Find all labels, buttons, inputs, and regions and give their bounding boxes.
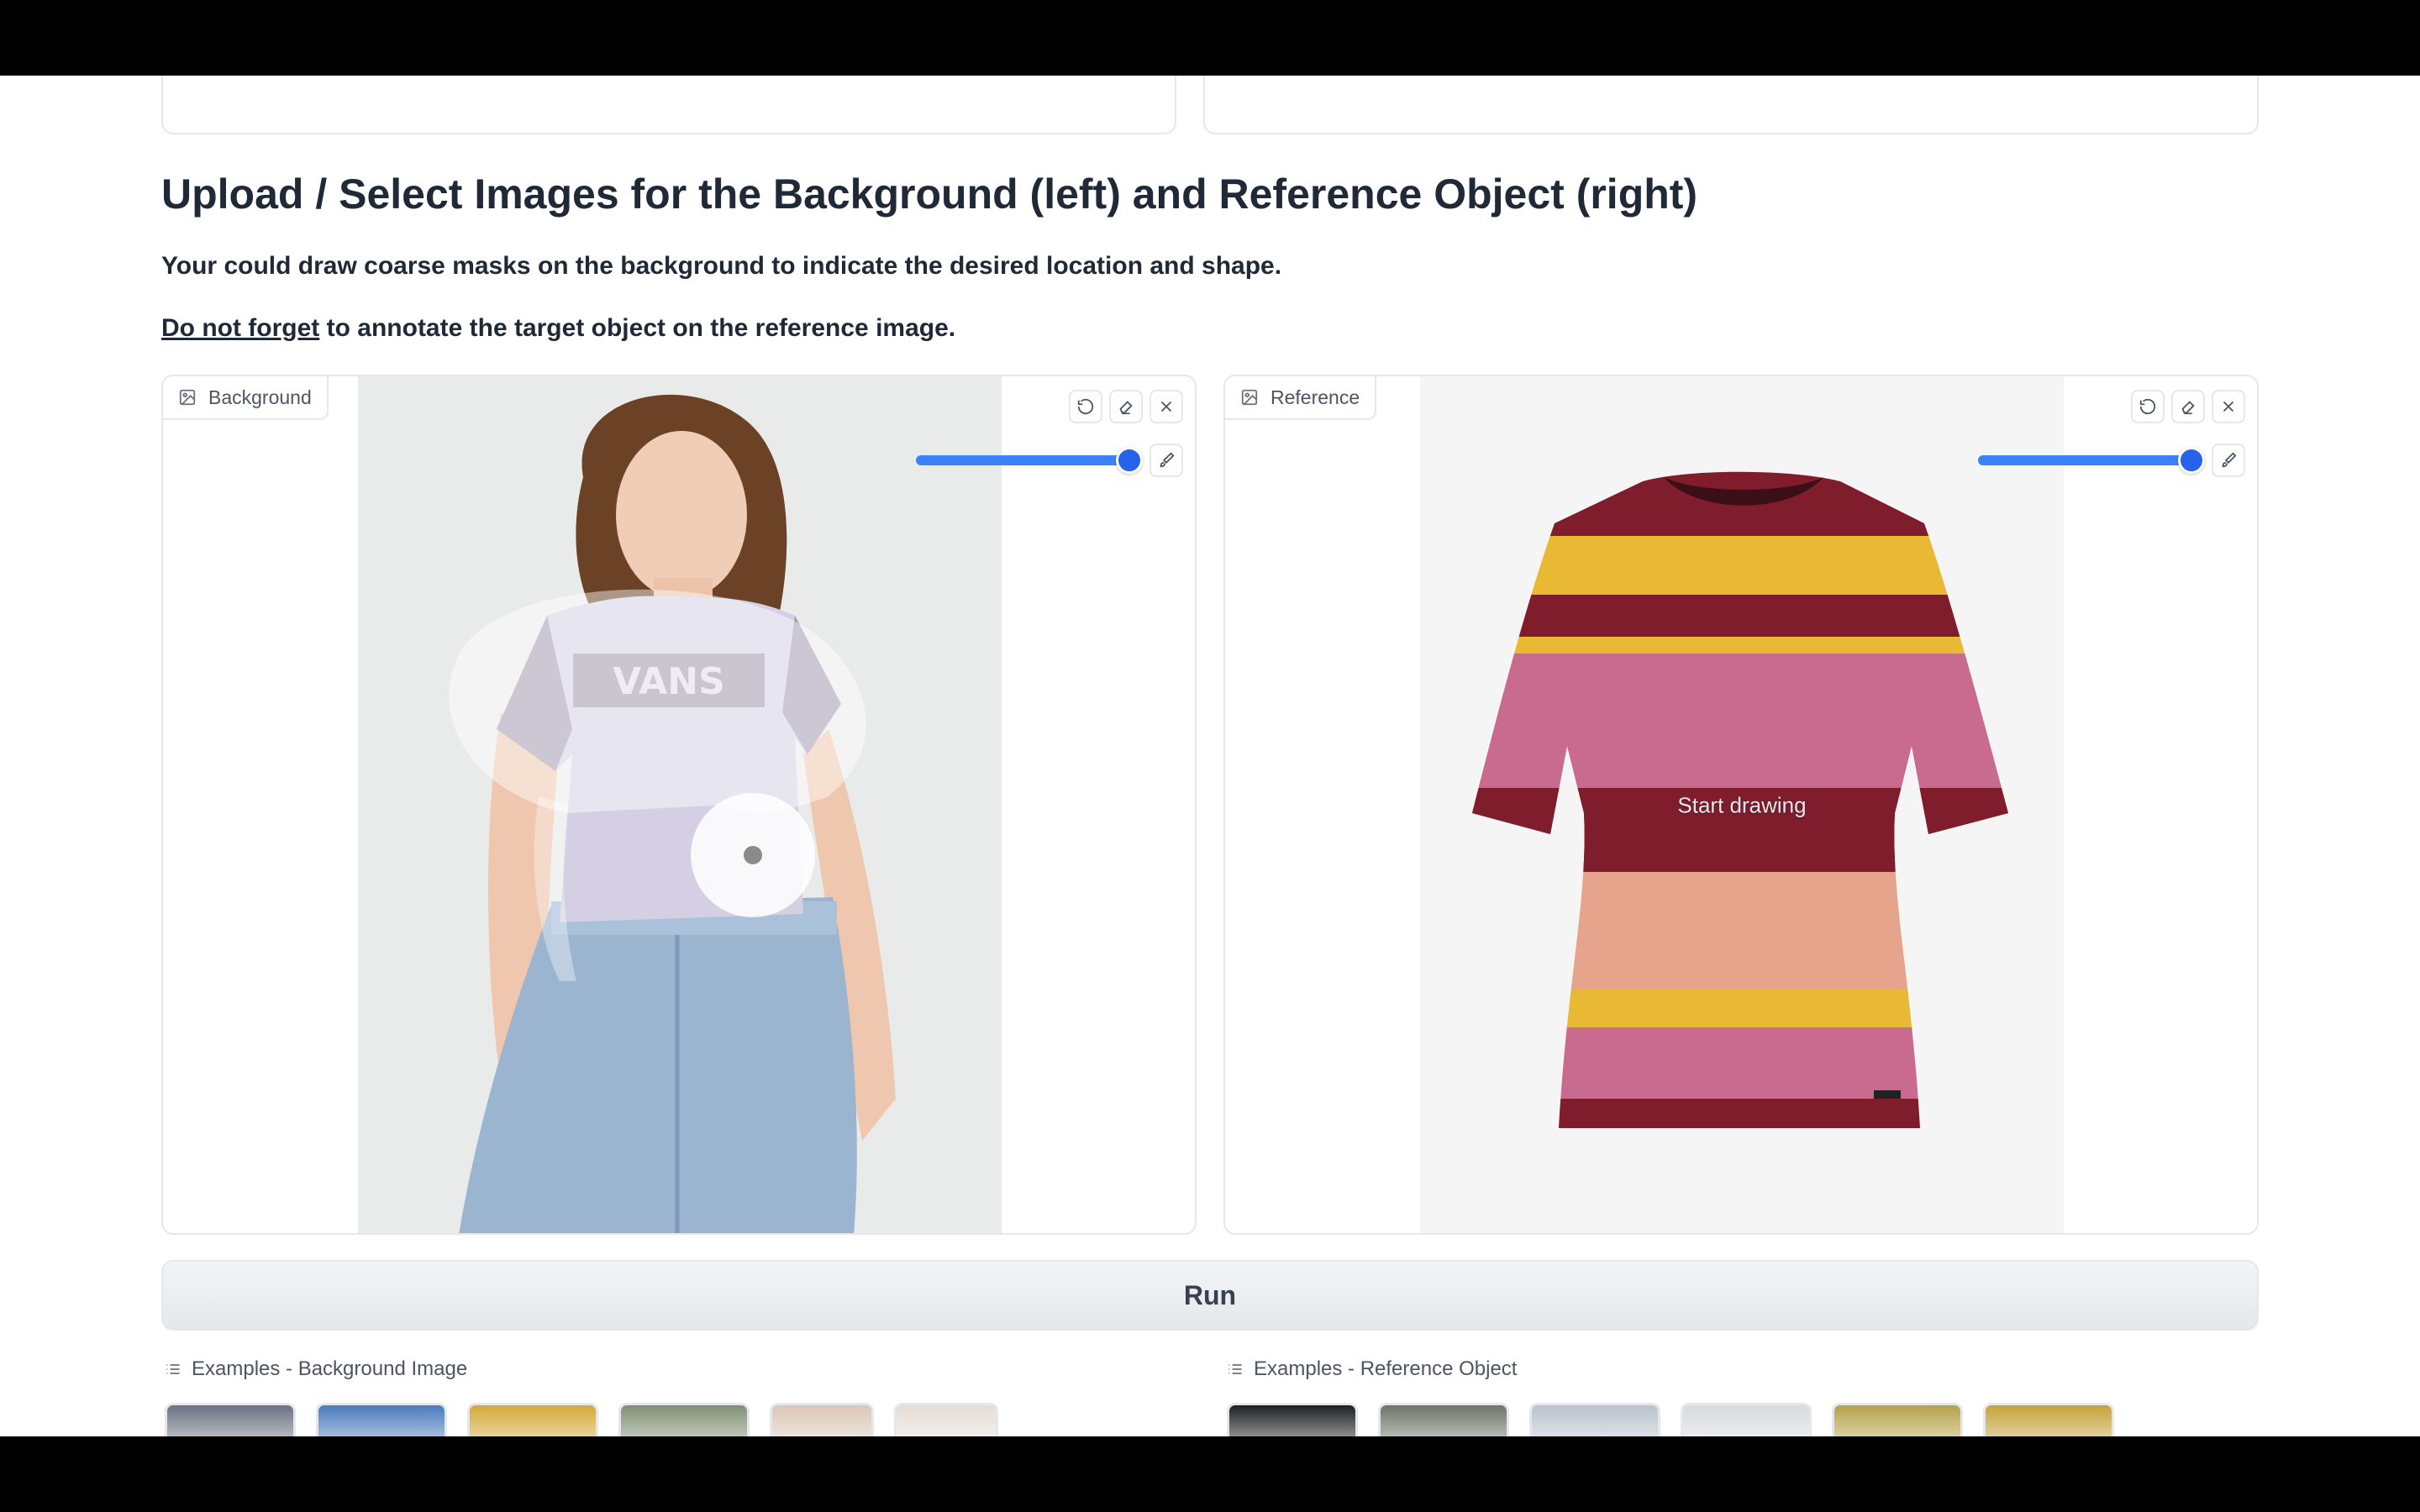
- close-icon: [2223, 401, 2234, 412]
- top-panel-right: [1203, 76, 2259, 134]
- undo-icon: [2139, 398, 2156, 415]
- eraser-button[interactable]: [2171, 390, 2205, 423]
- top-panel-left: [161, 76, 1176, 134]
- section-heading: Upload / Select Images for the Backgroun…: [161, 171, 1698, 218]
- example-thumbnail[interactable]: [1832, 1403, 1963, 1436]
- reminder-rest: to annotate the target object on the ref…: [319, 314, 956, 342]
- background-label: Background: [163, 376, 329, 420]
- do-not-forget-link[interactable]: Do not forget: [161, 314, 319, 342]
- example-thumbnail[interactable]: [1227, 1403, 1358, 1436]
- example-thumbnail[interactable]: [618, 1403, 750, 1436]
- brush-icon: [2222, 452, 2237, 468]
- background-image-editor[interactable]: Background VANS: [161, 375, 1197, 1235]
- eraser-icon: [1119, 401, 1133, 415]
- reference-toolbar: [2131, 390, 2245, 423]
- undo-icon: [1077, 398, 1094, 415]
- reminder-text: Do not forget to annotate the target obj…: [161, 314, 955, 343]
- example-thumbnail[interactable]: [1681, 1403, 1812, 1436]
- brush-size-slider[interactable]: [1978, 447, 2205, 474]
- list-icon: [1228, 1364, 1242, 1374]
- example-thumbnail[interactable]: [1529, 1403, 1660, 1436]
- undo-button[interactable]: [1069, 390, 1102, 423]
- brush-size-slider[interactable]: [916, 447, 1143, 474]
- background-brush-controls: [916, 444, 1183, 477]
- brush-size-thumb[interactable]: [2178, 447, 2205, 474]
- example-thumbnail[interactable]: [467, 1403, 598, 1436]
- background-label-text: Background: [208, 386, 312, 408]
- example-thumbnail[interactable]: [770, 1403, 874, 1436]
- clear-button[interactable]: [1150, 390, 1183, 423]
- examples-reference-label: Examples - Reference Object: [1254, 1357, 1518, 1380]
- example-thumbnail[interactable]: [894, 1403, 998, 1436]
- clear-button[interactable]: [2212, 390, 2245, 423]
- start-drawing-hint: Start drawing: [1677, 792, 1807, 818]
- eraser-button[interactable]: [1109, 390, 1143, 423]
- run-button[interactable]: Run: [161, 1260, 2259, 1331]
- background-canvas[interactable]: VANS: [358, 376, 1002, 1233]
- reference-image-editor[interactable]: Reference Start drawing: [1223, 375, 2259, 1235]
- list-icon: [166, 1364, 180, 1374]
- example-thumbnail[interactable]: [1983, 1403, 2114, 1436]
- background-photo: VANS: [358, 376, 1002, 1233]
- image-icon: [179, 389, 196, 406]
- app-page: Upload / Select Images for the Backgroun…: [0, 76, 2420, 1436]
- reference-label-text: Reference: [1270, 386, 1360, 408]
- background-toolbar: [1069, 390, 1183, 423]
- examples-reference-gallery: [1227, 1403, 2114, 1436]
- reference-canvas[interactable]: Start drawing: [1420, 376, 2064, 1233]
- brush-button[interactable]: [1150, 444, 1183, 477]
- example-thumbnail[interactable]: [165, 1403, 296, 1436]
- example-thumbnail[interactable]: [1378, 1403, 1509, 1436]
- image-icon: [1241, 389, 1258, 406]
- examples-reference-header: Examples - Reference Object: [1227, 1357, 1517, 1381]
- reference-brush-controls: [1978, 444, 2245, 477]
- reference-label: Reference: [1225, 376, 1377, 420]
- example-thumbnail[interactable]: [316, 1403, 447, 1436]
- undo-button[interactable]: [2131, 390, 2165, 423]
- brush-icon: [1160, 452, 1175, 468]
- instruction-text: Your could draw coarse masks on the back…: [161, 252, 1282, 280]
- eraser-icon: [2181, 401, 2195, 415]
- brush-button[interactable]: [2212, 444, 2245, 477]
- examples-background-header: Examples - Background Image: [165, 1357, 467, 1381]
- close-icon: [1160, 401, 1172, 412]
- brush-size-thumb[interactable]: [1116, 447, 1143, 474]
- examples-background-gallery: [165, 1403, 998, 1436]
- examples-background-label: Examples - Background Image: [192, 1357, 468, 1380]
